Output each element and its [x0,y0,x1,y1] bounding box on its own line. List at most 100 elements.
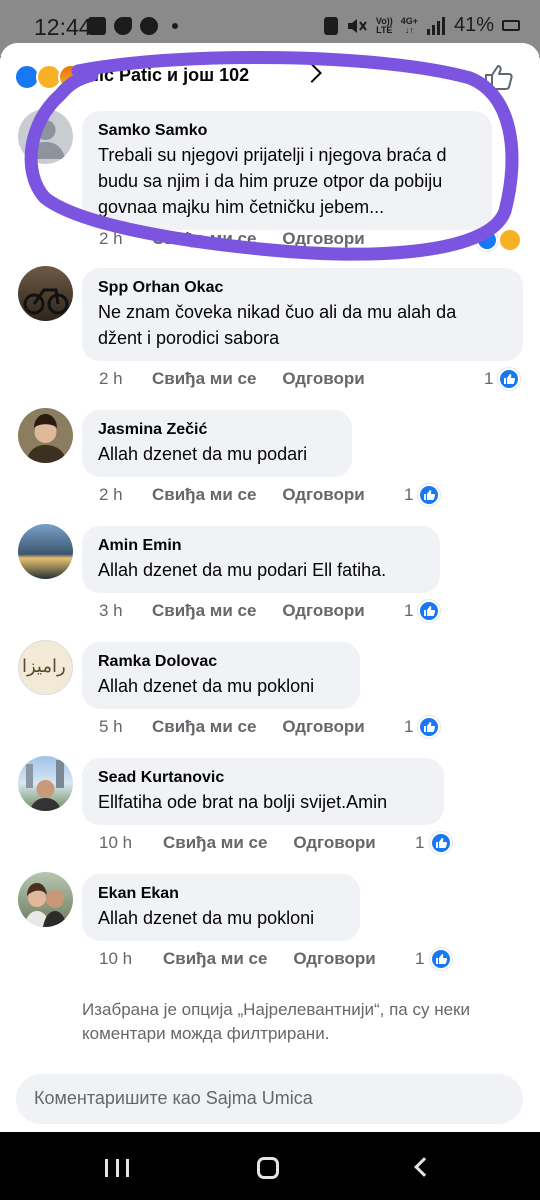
comment-actions: 3 h Свиђа ми се Одговори [99,601,365,621]
reply-action[interactable]: Одговори [282,485,364,505]
comment-item: Amin Emin Allah dzenet da mu podari Ell … [0,524,540,624]
avatar-orhan[interactable] [18,266,73,321]
avatar-ekan[interactable] [18,872,73,927]
comment-bubble[interactable]: Jasmina Zečić Allah dzenet da mu podari [82,410,352,477]
comment-time: 5 h [99,717,123,736]
comment-text: Allah dzenet da mu pokloni [98,676,315,696]
comment-actions: 2 h Свиђа ми се Одговори [99,485,365,505]
comment-bubble[interactable]: Ramka Dolovac Allah dzenet da mu pokloni [82,642,360,709]
like-badge-icon [430,832,452,854]
comment-item: Samko Samko Trebali su njegovi prijatelj… [0,109,540,252]
like-badge-icon [418,484,440,506]
avatar-samko[interactable] [18,109,73,164]
like-badge-icon [418,600,440,622]
comment-time: 2 h [99,369,123,388]
like-action[interactable]: Свиђа ми се [152,601,256,621]
comment-item: رامیزا Ramka Dolovac Allah dzenet da mu … [0,640,540,740]
commenter-name[interactable]: Amin Emin [98,535,424,557]
comment-bubble[interactable]: Spp Orhan Okac Ne znam čoveka nikad čuo … [82,268,523,361]
comment-text: Allah dzenet da mu podari [98,444,308,464]
commenter-name[interactable]: Spp Orhan Okac [98,277,507,299]
comment-time: 2 h [99,229,123,248]
like-count: 1 [404,717,414,736]
like-count: 1 [415,949,425,968]
gallery-icon [88,17,106,35]
comment-bubble[interactable]: Amin Emin Allah dzenet da mu podari Ell … [82,526,440,593]
like-badge-icon [498,368,520,390]
comment-item: Ekan Ekan Allah dzenet da mu pokloni 10 … [0,872,540,972]
reactions-summary[interactable]: Ilic Patic и још 102 [0,43,540,109]
recent-apps-icon[interactable] [105,1159,129,1177]
comment-bubble[interactable]: Sead Kurtanovic Ellfatiha ode brat na bo… [82,758,444,825]
comment-input[interactable]: Коментаришите као Sajma Umica [16,1074,523,1124]
like-action[interactable]: Свиђа ми се [152,485,256,505]
chevron-right-icon [302,63,322,83]
signal-icon [426,16,445,35]
comment-input-placeholder: Коментаришите као Sajma Umica [34,1088,313,1108]
like-badge-icon [418,716,440,738]
commenter-name[interactable]: Ramka Dolovac [98,651,344,673]
like-badge-icon [430,948,452,970]
comment-time: 10 h [99,949,133,968]
comment-actions: 2 h Свиђа ми се Одговори [99,229,365,249]
battery-icon [502,20,520,31]
like-count: 1 [404,601,414,620]
vpn-icon [323,16,338,35]
comment-item: Sead Kurtanovic Ellfatiha ode brat na bo… [0,756,540,856]
reply-action[interactable]: Одговори [293,949,375,969]
4g-indicator: 4G+ ↓↑ [400,15,418,35]
comment-item: Spp Orhan Okac Ne znam čoveka nikad čuo … [0,266,540,392]
comment-text: Trebali su njegovi prijatelji i njegova … [98,145,447,217]
comment-time: 3 h [99,601,123,620]
comment-text: Ne znam čoveka nikad čuo ali da mu alah … [98,302,457,348]
status-right: Vo)) LTE 4G+ ↓↑ 41% [323,14,520,37]
reaction-icons [14,64,94,90]
like-badge-icon [476,229,498,251]
comment-actions: 5 h Свиђа ми се Одговори [99,717,365,737]
comment-time: 2 h [99,485,123,504]
commenter-name[interactable]: Jasmina Zečić [98,419,336,441]
avatar-ramka[interactable]: رامیزا [18,640,73,695]
notification-icons [88,17,178,35]
commenter-name[interactable]: Samko Samko [98,120,476,142]
reply-action[interactable]: Одговори [293,833,375,853]
care-reaction-icon [498,228,522,252]
comment-item: Jasmina Zečić Allah dzenet da mu podari … [0,408,540,508]
status-time: 12:44 [34,14,92,40]
like-action[interactable]: Свиђа ми се [152,369,256,389]
comment-bubble[interactable]: Samko Samko Trebali su njegovi prijatelj… [82,111,492,230]
like-action[interactable]: Свиђа ми се [163,833,267,853]
system-nav-bar [0,1132,540,1200]
volte-indicator: Vo)) LTE [375,15,393,35]
comment-bubble[interactable]: Ekan Ekan Allah dzenet da mu pokloni [82,874,360,941]
avatar-sead[interactable] [18,756,73,811]
comments-sheet: Ilic Patic и још 102 Samko Samko Trebali… [0,43,540,1132]
commenter-name[interactable]: Ekan Ekan [98,883,344,905]
like-action[interactable]: Свиђа ми се [152,229,256,249]
reply-action[interactable]: Одговори [282,717,364,737]
like-count: 1 [484,369,494,388]
comment-actions: 10 h Свиђа ми се Одговори [99,833,376,853]
reply-action[interactable]: Одговори [282,369,364,389]
comment-text: Allah dzenet da mu pokloni [98,908,315,928]
home-icon[interactable] [257,1157,279,1179]
comment-actions: 10 h Свиђа ми се Одговори [99,949,376,969]
avatar-amin[interactable] [18,524,73,579]
back-icon[interactable] [414,1157,434,1177]
messenger-icon [140,17,158,35]
like-action[interactable]: Свиђа ми се [152,717,256,737]
like-outline-icon[interactable] [484,63,514,91]
like-count: 1 [415,833,425,852]
avatar-calligraphy: رامیزا [22,656,66,677]
more-dot-icon [172,23,178,29]
reply-action[interactable]: Одговори [282,229,364,249]
like-action[interactable]: Свиђа ми се [163,949,267,969]
comment-time: 10 h [99,833,133,852]
reply-action[interactable]: Одговори [282,601,364,621]
commenter-name[interactable]: Sead Kurtanovic [98,767,428,789]
reactions-text: Ilic Patic и још 102 [89,65,250,85]
filter-note: Изабрана је опција „Најрелевантнији“, па… [82,1000,470,1043]
like-count: 1 [404,485,414,504]
avatar-jasmina[interactable] [18,408,73,463]
comment-text: Ellfatiha ode brat na bolji svijet.Amin [98,792,388,812]
